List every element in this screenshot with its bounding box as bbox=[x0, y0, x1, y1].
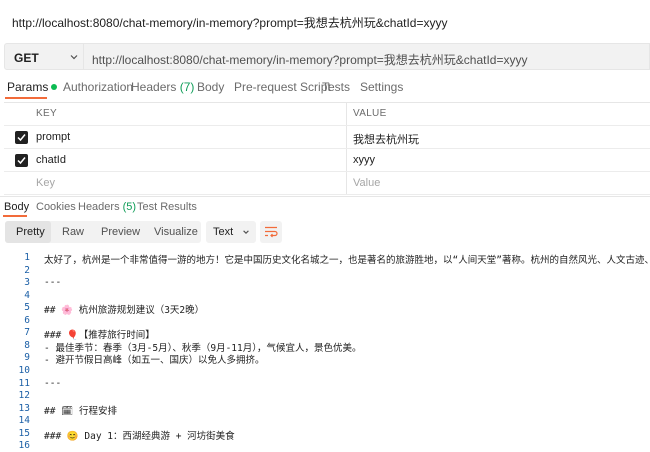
tab-headers[interactable]: Headers (7) bbox=[131, 80, 194, 94]
tab-settings[interactable]: Settings bbox=[360, 80, 403, 94]
params-header-row: KEY VALUE bbox=[4, 103, 650, 126]
code-line: 3 --- bbox=[0, 277, 650, 289]
new-key-input[interactable]: Key bbox=[36, 177, 55, 189]
check-icon bbox=[17, 134, 26, 142]
key-column-header: KEY bbox=[36, 108, 57, 119]
chevron-down-icon bbox=[243, 230, 249, 234]
mode-preview[interactable]: Preview bbox=[101, 226, 140, 238]
mode-pretty[interactable]: Pretty bbox=[16, 226, 45, 238]
code-line: 14 bbox=[0, 415, 650, 427]
tab-headers-label: Headers bbox=[131, 80, 177, 94]
format-select[interactable]: Text bbox=[206, 221, 256, 243]
tab-test-results[interactable]: Test Results bbox=[137, 201, 197, 213]
line-number: 16 bbox=[18, 440, 30, 452]
tab-response-headers-count: (5) bbox=[122, 201, 137, 213]
response-toolbar: Pretty Raw Preview Visualize Text bbox=[4, 221, 650, 245]
tab-headers-count: (7) bbox=[179, 80, 195, 94]
response-tabs: Body Cookies Headers (5) Test Results bbox=[0, 196, 650, 217]
line-number: 1 bbox=[24, 252, 30, 263]
check-icon bbox=[17, 157, 26, 165]
active-response-tab-underline bbox=[3, 215, 27, 217]
request-bar: GET http://localhost:8080/chat-memory/in… bbox=[4, 43, 650, 70]
code-line: 4 bbox=[0, 290, 650, 302]
tab-authorization[interactable]: Authorization bbox=[63, 80, 133, 94]
param-row: prompt 我想去杭州玩 bbox=[4, 126, 650, 149]
param-row-empty: Key Value bbox=[4, 172, 650, 195]
line-number: 12 bbox=[18, 390, 30, 402]
line-number: 4 bbox=[24, 289, 30, 301]
code-line: 16 bbox=[0, 440, 650, 452]
param-key[interactable]: chatId bbox=[36, 154, 66, 166]
line-text: --- bbox=[44, 277, 62, 289]
code-line: 15 ### 😊 Day 1：西湖经典游 + 河坊街美食 bbox=[0, 427, 650, 442]
mode-raw[interactable]: Raw bbox=[62, 226, 84, 238]
line-number: 14 bbox=[18, 415, 30, 427]
chevron-down-icon bbox=[70, 55, 78, 60]
code-line: 10 bbox=[0, 365, 650, 377]
params-status-dot-icon bbox=[51, 83, 58, 90]
code-line: 8- 最佳季节：春季（3月-5月）、秋季（9月-11月），气候宜人，景色优美。 bbox=[0, 339, 650, 354]
param-checkbox[interactable] bbox=[15, 154, 28, 167]
code-line: 7 ### 🎈【推荐旅行时间】 bbox=[0, 327, 650, 341]
line-number: 13 bbox=[18, 402, 30, 414]
page-title: http://localhost:8080/chat-memory/in-mem… bbox=[12, 16, 448, 30]
code-line: 5 ## 🌸 杭州旅游规划建议（3天2晚） bbox=[0, 302, 650, 316]
line-number: 15 bbox=[18, 427, 30, 439]
param-checkbox[interactable] bbox=[15, 131, 28, 144]
line-number: 11 bbox=[18, 377, 30, 389]
code-line: 2 bbox=[0, 265, 650, 277]
line-number: 10 bbox=[18, 364, 30, 376]
wrap-lines-icon bbox=[265, 226, 278, 238]
tab-prerequest-script[interactable]: Pre-request Script bbox=[234, 80, 331, 94]
tab-response-headers[interactable]: Headers (5) bbox=[78, 201, 136, 213]
param-key[interactable]: prompt bbox=[36, 131, 70, 143]
line-number: 6 bbox=[24, 314, 30, 326]
code-line: 13 ## 🗓 行程安排 bbox=[0, 402, 650, 417]
line-number: 8 bbox=[24, 339, 30, 351]
code-line: 6 bbox=[0, 315, 650, 327]
line-number: 5 bbox=[24, 302, 30, 314]
line-number: 9 bbox=[24, 352, 30, 364]
format-label: Text bbox=[213, 226, 234, 238]
code-line: 1 太好了，杭州是一个非常值得一游的地方！它是中国历史文化名城之一，也是著名的旅游… bbox=[0, 252, 650, 266]
url-input[interactable]: http://localhost:8080/chat-memory/in-mem… bbox=[84, 43, 650, 70]
param-value[interactable]: xyyy bbox=[353, 154, 375, 166]
view-mode-selector: Pretty Raw Preview Visualize bbox=[5, 221, 201, 243]
tab-response-body[interactable]: Body bbox=[4, 201, 29, 213]
new-value-input[interactable]: Value bbox=[353, 177, 380, 189]
request-tabs: Params Authorization Headers (7) Body Pr… bbox=[0, 76, 650, 100]
param-row: chatId xyyy bbox=[4, 149, 650, 172]
response-body-editor[interactable]: 1 太好了，杭州是一个非常值得一游的地方！它是中国历史文化名城之一，也是著名的旅游… bbox=[0, 249, 650, 452]
wrap-lines-button[interactable] bbox=[260, 221, 282, 243]
code-line: 11 --- bbox=[0, 378, 650, 390]
code-line: 9- 避开节假日高峰（如五一、国庆）以免人多拥挤。 bbox=[0, 352, 650, 366]
code-line: 12 bbox=[0, 390, 650, 402]
tab-body[interactable]: Body bbox=[197, 80, 224, 94]
tab-tests[interactable]: Tests bbox=[322, 80, 350, 94]
params-table: KEY VALUE prompt 我想去杭州玩 chatId xyyy Key … bbox=[4, 102, 650, 195]
tab-response-headers-label: Headers bbox=[78, 201, 120, 213]
method-select[interactable]: GET bbox=[4, 43, 84, 70]
line-number: 3 bbox=[24, 277, 30, 289]
active-tab-underline bbox=[5, 97, 47, 99]
line-number: 7 bbox=[24, 327, 30, 339]
tab-params-label: Params bbox=[7, 80, 49, 94]
tab-params[interactable]: Params bbox=[7, 80, 58, 94]
value-column-header: VALUE bbox=[353, 108, 387, 119]
mode-visualize[interactable]: Visualize bbox=[154, 226, 198, 238]
line-number: 2 bbox=[24, 264, 30, 276]
line-text: --- bbox=[44, 377, 62, 389]
method-label: GET bbox=[14, 51, 39, 65]
tab-response-cookies[interactable]: Cookies bbox=[36, 201, 76, 213]
param-value[interactable]: 我想去杭州玩 bbox=[353, 131, 419, 147]
